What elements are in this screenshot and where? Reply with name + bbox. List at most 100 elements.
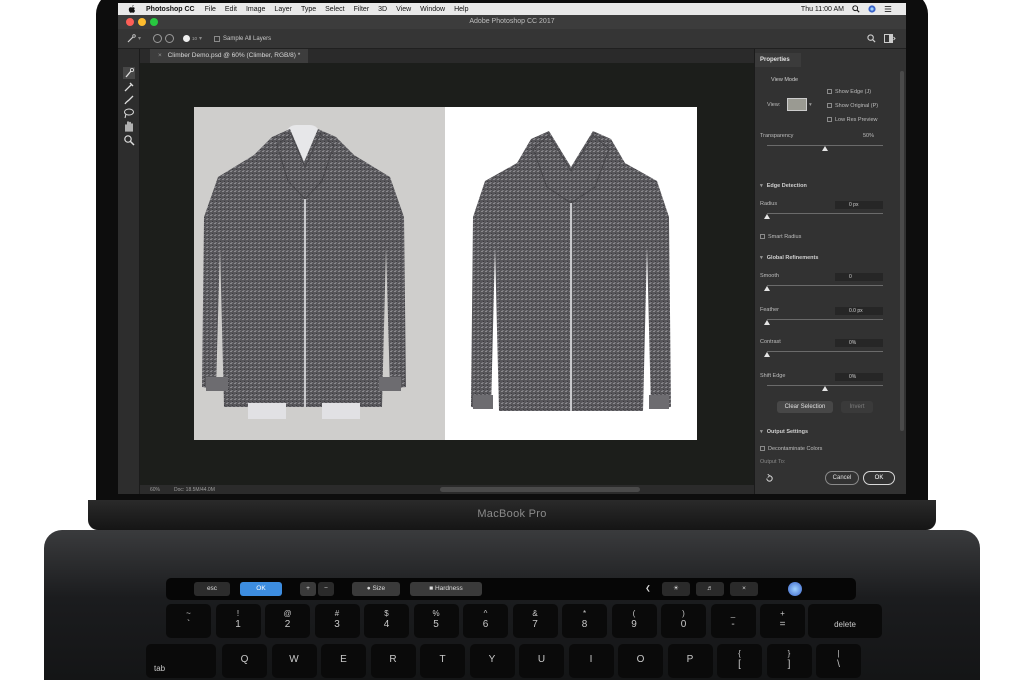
global-refinements-section[interactable]: Global Refinements: [760, 255, 819, 261]
key-11[interactable]: _ -: [710, 604, 756, 638]
low-res-preview-checkbox[interactable]: [827, 117, 832, 122]
smooth-slider[interactable]: [767, 285, 883, 286]
show-edge-checkbox[interactable]: [827, 89, 832, 94]
apple-icon[interactable]: [128, 5, 136, 13]
delete-key[interactable]: delete: [808, 604, 882, 638]
hand-tool-icon[interactable]: [123, 120, 135, 132]
key-r[interactable]: R: [370, 644, 416, 678]
bracket-key-2[interactable]: | \: [816, 644, 861, 678]
sample-all-layers-checkbox[interactable]: [214, 35, 221, 42]
key-o[interactable]: O: [618, 644, 663, 678]
key-i[interactable]: I: [568, 644, 614, 678]
key-q[interactable]: Q: [222, 644, 267, 678]
feather-slider-thumb[interactable]: [764, 320, 770, 325]
feather-slider[interactable]: [767, 319, 883, 320]
subtract-from-selection-icon[interactable]: [165, 34, 175, 43]
menu-layer[interactable]: Layer: [274, 6, 292, 13]
clear-selection-button[interactable]: Clear Selection: [777, 401, 833, 413]
bracket-key-0[interactable]: {[: [717, 644, 762, 678]
view-mode-thumbnail[interactable]: [787, 98, 807, 111]
menu-edit[interactable]: Edit: [225, 6, 237, 13]
shift-edge-slider-thumb[interactable]: [822, 386, 828, 391]
key-6[interactable]: ^ 6: [463, 604, 508, 638]
transparency-slider-thumb[interactable]: [822, 146, 828, 151]
brush-picker-chevron-icon[interactable]: ▾: [199, 35, 202, 42]
key-t[interactable]: T: [420, 644, 465, 678]
output-settings-section[interactable]: Output Settings: [760, 429, 808, 435]
key-u[interactable]: U: [519, 644, 564, 678]
notification-center-icon[interactable]: [884, 5, 892, 13]
touchbar-hardness-button[interactable]: ■ Hardness: [410, 582, 482, 596]
volume-icon[interactable]: ♬: [696, 582, 724, 596]
horizontal-scrollbar[interactable]: [440, 487, 640, 492]
key-e[interactable]: E: [321, 644, 366, 678]
radius-value[interactable]: 0 px: [835, 201, 883, 209]
key-9[interactable]: (9: [611, 604, 657, 638]
menu-view[interactable]: View: [396, 6, 411, 13]
key-8[interactable]: * 8: [562, 604, 607, 638]
mute-icon[interactable]: ×: [730, 582, 758, 596]
quick-selection-tool-icon[interactable]: [126, 33, 136, 44]
decontaminate-colors-checkbox[interactable]: [760, 446, 765, 451]
contrast-value[interactable]: 0%: [835, 339, 883, 347]
zoom-window-button[interactable]: [150, 18, 158, 26]
brush-tool-icon[interactable]: [123, 94, 135, 106]
key-4[interactable]: $4: [364, 604, 409, 638]
menu-app-name[interactable]: Photoshop CC: [146, 6, 195, 13]
smooth-value[interactable]: 0: [835, 273, 883, 281]
bracket-key-1[interactable]: }]: [766, 644, 812, 678]
menu-help[interactable]: Help: [454, 6, 468, 13]
menu-3d[interactable]: 3D: [378, 6, 387, 13]
smooth-slider-thumb[interactable]: [764, 286, 770, 291]
workspace-switcher-icon[interactable]: [884, 34, 896, 43]
key-12[interactable]: + =: [760, 604, 805, 638]
edge-detection-section[interactable]: Edge Detection: [760, 183, 807, 189]
shift-edge-value[interactable]: 0%: [835, 373, 883, 381]
ok-button[interactable]: OK: [863, 471, 895, 485]
search-icon[interactable]: [867, 34, 876, 43]
smart-radius-checkbox[interactable]: [760, 234, 765, 239]
transparency-value[interactable]: 50%: [863, 133, 874, 139]
properties-tab[interactable]: Properties: [755, 53, 801, 67]
show-original-checkbox[interactable]: [827, 103, 832, 108]
touchbar-ok-button[interactable]: OK: [240, 582, 282, 596]
siri-icon[interactable]: [868, 5, 876, 13]
clock[interactable]: Thu 11:00 AM: [801, 6, 844, 13]
touchbar-collapse-icon[interactable]: ❮: [642, 582, 654, 596]
cancel-button[interactable]: Cancel: [825, 471, 859, 485]
menu-image[interactable]: Image: [246, 6, 265, 13]
panel-scrollbar[interactable]: [900, 71, 904, 431]
key-5[interactable]: % 5: [413, 604, 459, 638]
key-2[interactable]: @2: [265, 604, 310, 638]
tool-preset-chevron-icon[interactable]: ▾: [138, 35, 141, 42]
lasso-tool-icon[interactable]: [123, 107, 135, 119]
invert-button[interactable]: Invert: [841, 401, 873, 413]
key-7[interactable]: & 7: [512, 604, 558, 638]
touchbar-add-mode-button[interactable]: +: [300, 582, 316, 596]
key-10[interactable]: ) 0: [661, 604, 706, 638]
zoom-tool-icon[interactable]: [123, 134, 135, 146]
menu-filter[interactable]: Filter: [354, 6, 370, 13]
add-to-selection-icon[interactable]: [153, 34, 163, 43]
document-info[interactable]: Doc: 18.5M/44.0M: [174, 487, 215, 493]
menu-window[interactable]: Window: [420, 6, 445, 13]
key-0[interactable]: ~ `: [166, 604, 211, 638]
key-y[interactable]: Y: [469, 644, 515, 678]
quick-selection-tool-icon[interactable]: [123, 67, 135, 79]
key-3[interactable]: #3: [314, 604, 360, 638]
close-window-button[interactable]: [126, 18, 134, 26]
contrast-slider[interactable]: [767, 351, 883, 352]
siri-icon[interactable]: [788, 582, 802, 596]
canvas-area[interactable]: [140, 63, 754, 485]
view-mode-chevron-icon[interactable]: ▾: [809, 102, 812, 108]
menu-select[interactable]: Select: [325, 6, 344, 13]
key-p[interactable]: P: [667, 644, 713, 678]
brush-size-value[interactable]: 10: [192, 36, 197, 41]
touchbar-esc-key[interactable]: esc: [194, 582, 230, 596]
key-w[interactable]: W: [271, 644, 317, 678]
brush-preview-icon[interactable]: [183, 35, 191, 42]
spotlight-icon[interactable]: [852, 5, 860, 13]
close-tab-icon[interactable]: ×: [158, 52, 162, 59]
radius-slider[interactable]: [767, 213, 883, 214]
refine-edge-brush-icon[interactable]: [123, 81, 135, 93]
